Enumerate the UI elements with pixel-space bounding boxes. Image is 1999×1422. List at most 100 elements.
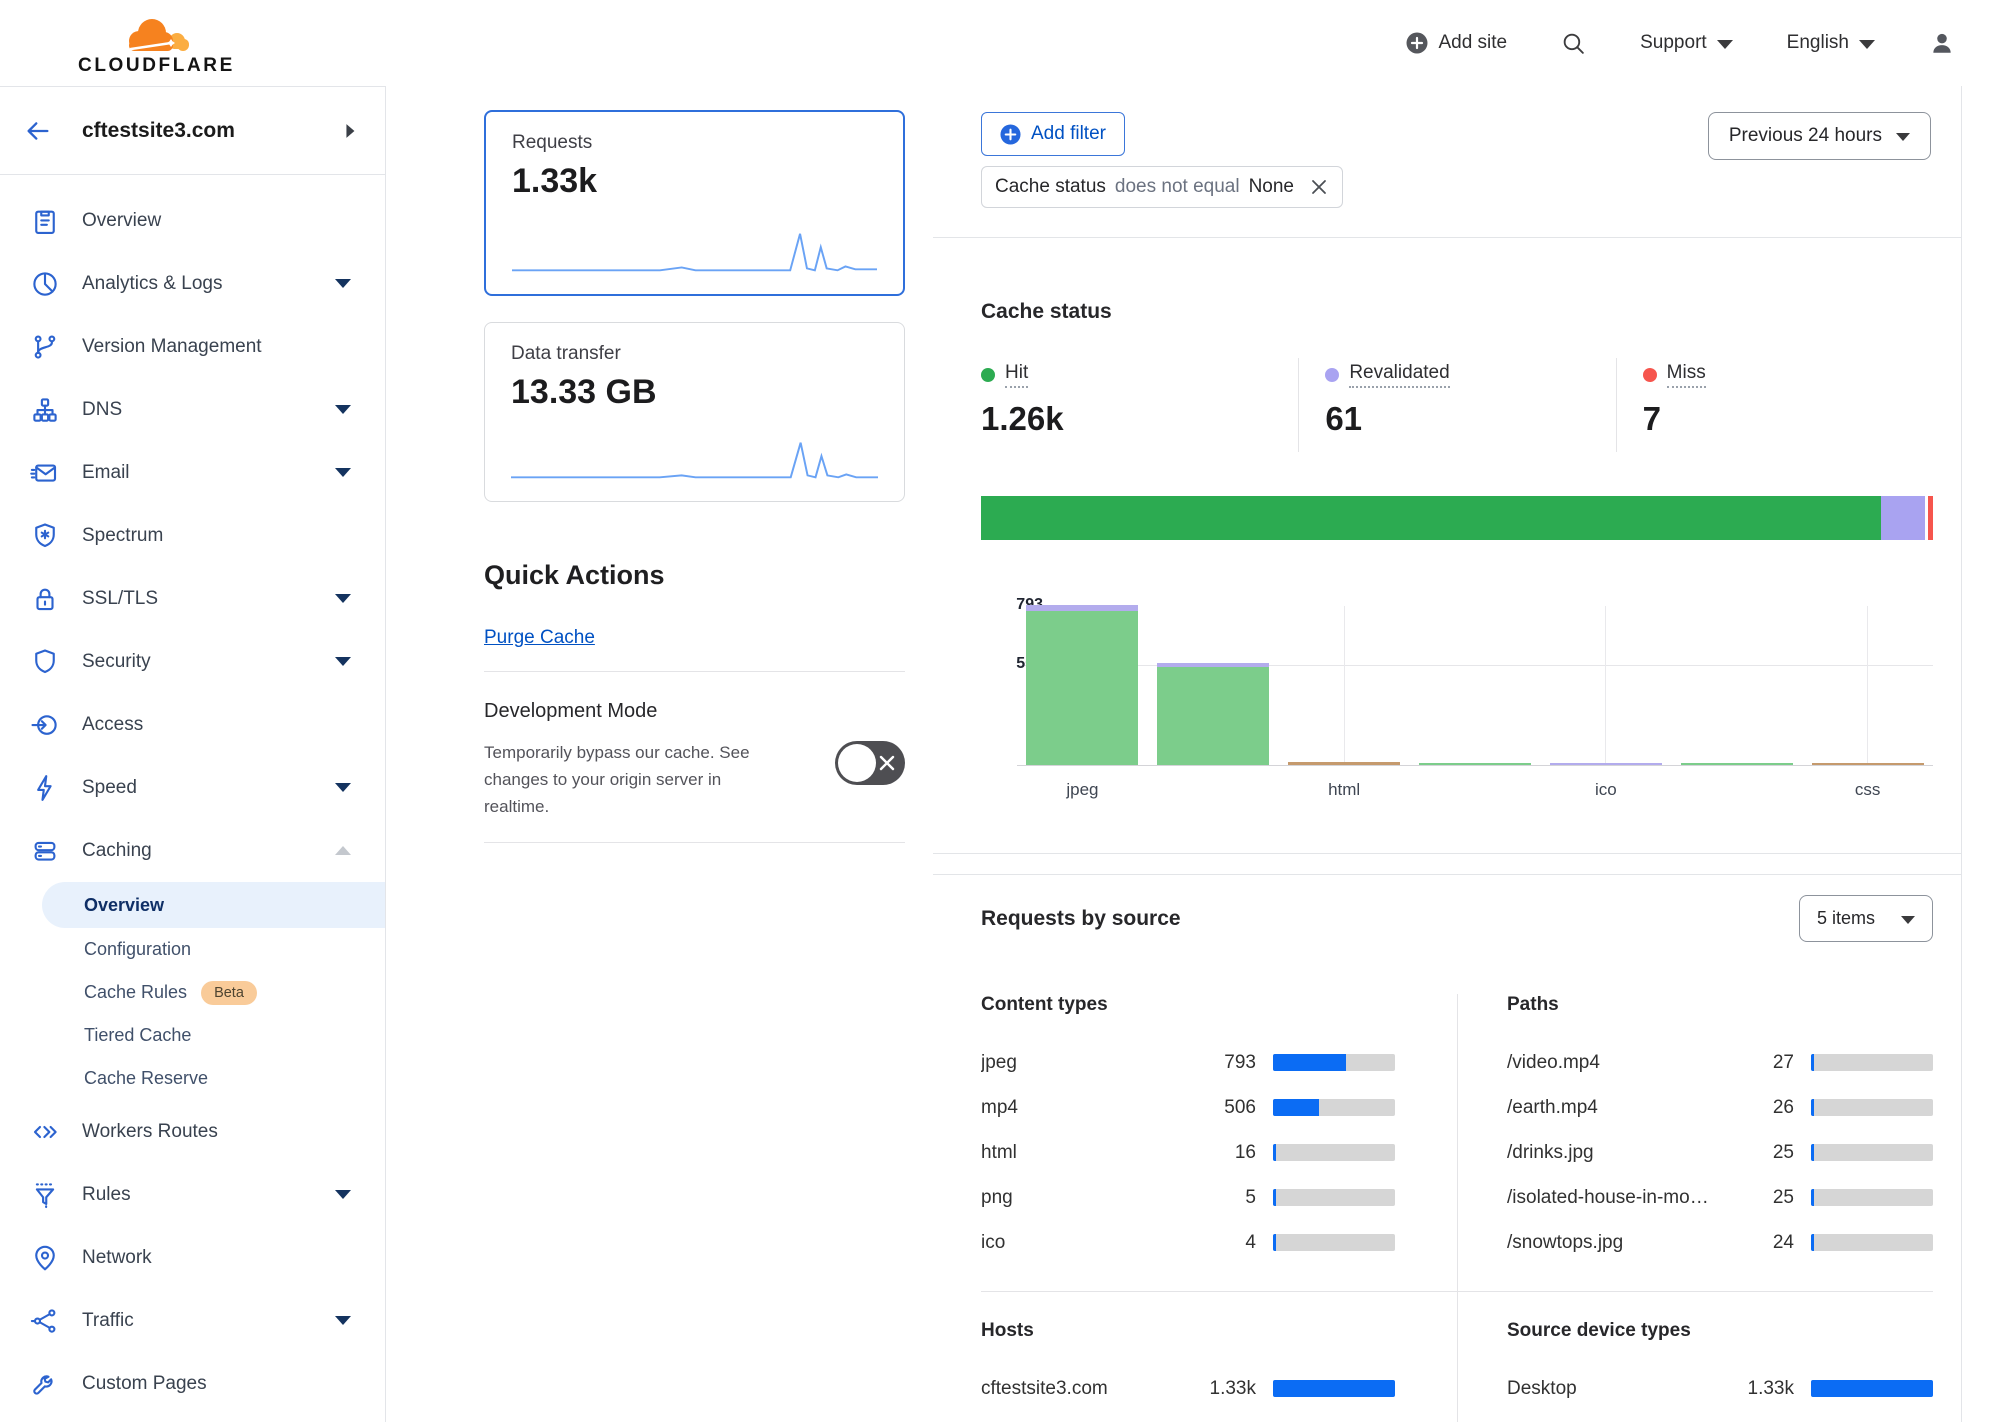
requests-label: Requests (512, 132, 877, 154)
chart-bar-col-5[interactable] (1681, 763, 1793, 765)
legend-value: 61 (1325, 400, 1615, 438)
sidebar-item-ssl-tls[interactable]: SSL/TLS (0, 567, 385, 630)
legend-item-miss: Miss 7 (1616, 358, 1933, 452)
time-range-dropdown[interactable]: Previous 24 hours (1708, 112, 1931, 160)
sidebar-item-security[interactable]: Security (0, 630, 385, 693)
items-count-dropdown[interactable]: 5 items (1799, 895, 1933, 942)
table-row[interactable]: /isolated-house-in-mo… 25 (1507, 1175, 1933, 1220)
table-row[interactable]: /earth.mp4 26 (1507, 1085, 1933, 1130)
row-value: 793 (1182, 1052, 1256, 1074)
support-menu[interactable]: Support (1640, 32, 1733, 54)
chevron-down-icon (1859, 40, 1875, 49)
back-arrow-icon[interactable] (24, 117, 52, 145)
sidebar-item-workers-routes[interactable]: Workers Routes (0, 1100, 385, 1163)
table-row[interactable]: /video.mp4 27 (1507, 1040, 1933, 1085)
table-row[interactable]: jpeg 793 (981, 1040, 1395, 1085)
sidebar-item-label: Custom Pages (82, 1373, 207, 1395)
table-row[interactable]: /drinks.jpg 25 (1507, 1130, 1933, 1175)
summary-column: Requests 1.33k Data transfer 13.33 GB Qu… (386, 86, 933, 1422)
table-row[interactable]: html 16 (981, 1130, 1395, 1175)
sidebar-item-network[interactable]: Network (0, 1226, 385, 1289)
analytics-icon (30, 269, 60, 299)
development-mode-title: Development Mode (484, 700, 905, 723)
sidebar-item-speed[interactable]: Speed (0, 756, 385, 819)
chevron-right-icon[interactable] (345, 123, 357, 139)
caching-icon (30, 836, 60, 866)
gridline (1344, 606, 1345, 765)
table-row[interactable]: png 5 (981, 1175, 1395, 1220)
sidebar-item-caching[interactable]: Caching (0, 819, 385, 882)
sidebar-subnav-caching: OverviewConfigurationCache RulesBetaTier… (0, 882, 385, 1100)
chart-bar-col-3[interactable] (1419, 763, 1531, 765)
cache-status-legend: Hit 1.26k Revalidated 61 Miss 7 (981, 358, 1933, 452)
sidebar-item-overview[interactable]: Overview (0, 189, 385, 252)
data-transfer-value: 13.33 GB (511, 373, 878, 412)
requests-metric-card[interactable]: Requests 1.33k (484, 110, 905, 296)
table-row[interactable]: /snowtops.jpg 24 (1507, 1220, 1933, 1265)
sidebar-subitem-cache-rules[interactable]: Cache RulesBeta (0, 971, 385, 1014)
add-filter-label: Add filter (1031, 123, 1106, 145)
cache-status-title: Cache status (981, 300, 1933, 324)
row-progress-bar (1273, 1054, 1395, 1071)
spectrum-icon (30, 521, 60, 551)
user-account-icon[interactable] (1929, 30, 1955, 56)
cloudflare-dashboard: CLOUDFLARE Add site Support English (0, 0, 1999, 1422)
cache-status-section: Cache status Hit 1.26k Revalidated 61 Mi… (933, 238, 1961, 853)
items-count-label: 5 items (1817, 908, 1875, 929)
chart-bar-css[interactable] (1812, 763, 1924, 765)
row-value: 4 (1182, 1232, 1256, 1254)
cache-status-distribution-bar (981, 496, 1933, 540)
header-nav: Add site Support English (1406, 30, 1955, 56)
table-row[interactable]: mp4 506 (981, 1085, 1395, 1130)
legend-dot (1325, 368, 1339, 382)
table-row[interactable]: cftestsite3.com 1.33k (981, 1366, 1395, 1411)
add-filter-button[interactable]: Add filter (981, 112, 1125, 156)
legend-label[interactable]: Miss (1667, 362, 1706, 388)
purge-cache-link[interactable]: Purge Cache (484, 627, 595, 649)
sidebar-subitem-tiered-cache[interactable]: Tiered Cache (0, 1014, 385, 1057)
requests-by-source-title: Requests by source (981, 907, 1181, 931)
sidebar-subitem-overview[interactable]: Overview (42, 882, 385, 928)
table-row[interactable]: Desktop 1.33k (1507, 1366, 1933, 1411)
sidebar-item-email[interactable]: Email (0, 441, 385, 504)
chart-bar-col-1[interactable] (1157, 663, 1269, 765)
sidebar-subitem-label: Cache Reserve (84, 1068, 208, 1089)
legend-label[interactable]: Hit (1005, 362, 1028, 388)
search-icon[interactable] (1561, 31, 1586, 56)
table-row[interactable]: ico 4 (981, 1220, 1395, 1265)
cache-status-chart: 7935000 jpeghtmlicocss (981, 606, 1933, 806)
top-header: CLOUDFLARE Add site Support English (0, 0, 1999, 86)
row-value: 16 (1182, 1142, 1256, 1164)
sidebar-item-dns[interactable]: DNS (0, 378, 385, 441)
sidebar-subitem-cache-reserve[interactable]: Cache Reserve (0, 1057, 385, 1100)
legend-label[interactable]: Revalidated (1349, 362, 1449, 388)
bar-segment-other (1288, 762, 1400, 765)
cloudflare-logo[interactable]: CLOUDFLARE (78, 11, 235, 75)
row-value: 25 (1720, 1142, 1794, 1164)
chart-bar-html[interactable] (1288, 762, 1400, 765)
sidebar-item-traffic[interactable]: Traffic (0, 1289, 385, 1352)
sidebar-item-spectrum[interactable]: Spectrum (0, 504, 385, 567)
row-label: Desktop (1507, 1378, 1720, 1400)
filter-chip[interactable]: Cache status does not equal None (981, 166, 1343, 208)
bar-segment-hit (1026, 611, 1138, 765)
sidebar-item-custom-pages[interactable]: Custom Pages (0, 1352, 385, 1415)
sidebar-subitem-configuration[interactable]: Configuration (0, 928, 385, 971)
dns-icon (30, 395, 60, 425)
remove-filter-icon[interactable] (1309, 177, 1329, 197)
data-transfer-metric-card[interactable]: Data transfer 13.33 GB (484, 322, 905, 502)
chart-bar-jpeg[interactable] (1026, 605, 1138, 765)
sidebar-item-version-management[interactable]: Version Management (0, 315, 385, 378)
workers-routes-icon (30, 1117, 60, 1147)
add-site-button[interactable]: Add site (1406, 32, 1507, 54)
language-menu[interactable]: English (1787, 32, 1875, 54)
x-axis-label: ico (1595, 780, 1617, 800)
sidebar-item-access[interactable]: Access (0, 693, 385, 756)
gridline (1605, 606, 1606, 765)
bar-segment-other (1812, 763, 1924, 765)
chart-bar-ico[interactable] (1550, 763, 1662, 765)
sidebar-item-rules[interactable]: Rules (0, 1163, 385, 1226)
row-value: 24 (1720, 1232, 1794, 1254)
sidebar-item-analytics-logs[interactable]: Analytics & Logs (0, 252, 385, 315)
development-mode-toggle[interactable] (835, 741, 905, 785)
